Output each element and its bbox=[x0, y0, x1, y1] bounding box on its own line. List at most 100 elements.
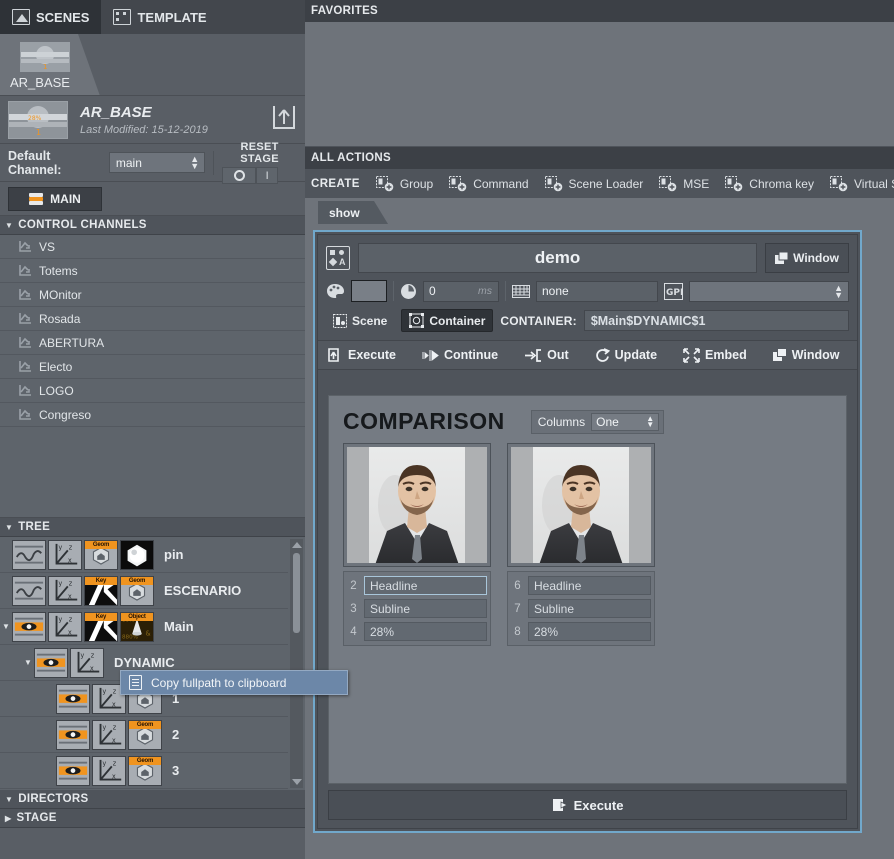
action-item-virtual-stu[interactable]: Virtual Stu bbox=[822, 176, 894, 192]
template-duration-field[interactable]: 0 ms bbox=[423, 281, 499, 302]
tab-template[interactable]: TEMPLATE bbox=[101, 0, 218, 34]
tree-node-axis-icon[interactable]: y z x bbox=[48, 540, 82, 570]
template-content-inner: A demo Window bbox=[317, 234, 858, 829]
portrait-photo bbox=[511, 447, 651, 563]
form-field-input[interactable]: 28% bbox=[364, 622, 487, 641]
favorites-body[interactable] bbox=[305, 22, 894, 147]
container-path-field[interactable]: $Main$DYNAMIC$1 bbox=[584, 310, 849, 331]
tree-node-geom-icon[interactable]: Geom bbox=[128, 720, 162, 750]
tree-row[interactable]: y z x Geom 3 bbox=[0, 753, 288, 789]
tree-row[interactable]: ▼ y z x Key 80% 880% & Ob bbox=[0, 609, 288, 645]
tree-node-axis-icon[interactable]: y z x bbox=[92, 756, 126, 786]
tree-node-key-icon[interactable]: Key bbox=[84, 612, 118, 642]
import-arrow-icon[interactable] bbox=[271, 104, 297, 130]
form-field-input[interactable]: Subline bbox=[528, 599, 651, 618]
control-channels-header[interactable]: ▼ CONTROL CHANNELS bbox=[0, 216, 305, 235]
exec-execute-button[interactable]: Execute bbox=[328, 348, 396, 362]
tree-node-transform-icon[interactable] bbox=[56, 684, 90, 714]
photo-box[interactable] bbox=[507, 443, 655, 567]
template-shortcut-field[interactable]: none bbox=[536, 281, 658, 302]
svg-text:GPI: GPI bbox=[666, 288, 683, 298]
main-button[interactable]: MAIN bbox=[8, 187, 102, 211]
reset-stage-on-button[interactable]: I bbox=[256, 167, 278, 184]
form-field-row: 8 28% bbox=[510, 620, 652, 643]
tree-twisty[interactable]: ▼ bbox=[22, 658, 34, 667]
control-channel-item[interactable]: ABERTURA bbox=[0, 331, 305, 355]
tree-node-axis-icon[interactable]: y z x bbox=[48, 612, 82, 642]
tree-node-key-icon[interactable]: Key bbox=[84, 576, 118, 606]
tree-node-geom-icon[interactable]: Geom bbox=[84, 540, 118, 570]
svg-text:y: y bbox=[58, 615, 62, 623]
control-channel-item[interactable]: Congreso bbox=[0, 403, 305, 427]
tree-node-geom-icon[interactable]: Geom bbox=[128, 756, 162, 786]
tree-node-geom-icon[interactable]: Geom bbox=[120, 576, 154, 606]
tree-node-axis-icon[interactable]: y z x bbox=[92, 720, 126, 750]
form-field-row: 6 Headline bbox=[510, 574, 652, 597]
template-window-button[interactable]: Window bbox=[765, 243, 849, 273]
template-title-field[interactable]: demo bbox=[358, 243, 757, 273]
control-channel-item[interactable]: LOGO bbox=[0, 379, 305, 403]
exec-out-button[interactable]: Out bbox=[524, 348, 569, 362]
all-actions-header-label: ALL ACTIONS bbox=[311, 152, 391, 164]
form-field-input[interactable]: Subline bbox=[364, 599, 487, 618]
default-channel-select[interactable]: main ▲▼ bbox=[109, 152, 205, 173]
tree-row[interactable]: y z x Key Geom ESCENARIO bbox=[0, 573, 288, 609]
tree-node-transform-icon[interactable] bbox=[12, 612, 46, 642]
tab-scenes[interactable]: SCENES bbox=[0, 0, 101, 34]
form-field-input[interactable]: Headline bbox=[528, 576, 651, 595]
exec-embed-button[interactable]: Embed bbox=[683, 348, 747, 363]
form-field-value: 28% bbox=[370, 625, 394, 639]
scene-tab-ar-base[interactable]: 1 AR_BASE bbox=[0, 34, 100, 96]
tree-twisty[interactable]: ▼ bbox=[0, 622, 12, 631]
stage-header[interactable]: ▶ STAGE bbox=[0, 809, 305, 828]
action-item-command[interactable]: Command bbox=[441, 176, 536, 192]
tree-node-transform-icon[interactable] bbox=[56, 720, 90, 750]
scroll-up-arrow-icon[interactable] bbox=[292, 542, 302, 548]
tree-scrollbar-thumb[interactable] bbox=[293, 553, 300, 633]
caret-down-icon: ▼ bbox=[5, 523, 13, 532]
tree-node-transform-icon[interactable] bbox=[34, 648, 68, 678]
tree-node-axis-icon[interactable]: y z x bbox=[70, 648, 104, 678]
action-item-scene-loader[interactable]: Scene Loader bbox=[537, 176, 652, 192]
exec-update-button[interactable]: Update bbox=[595, 348, 657, 363]
tree-header[interactable]: ▼ TREE bbox=[0, 518, 305, 537]
tree-row[interactable]: y z x Geom 2 bbox=[0, 717, 288, 753]
action-item-chroma-key[interactable]: Chroma key bbox=[717, 176, 822, 192]
form-field-input[interactable]: 28% bbox=[528, 622, 651, 641]
tab-scenes-label: SCENES bbox=[36, 10, 89, 25]
tree-node-object-icon[interactable]: 80% 880% & Object bbox=[120, 612, 154, 642]
directors-header[interactable]: ▼ DIRECTORS bbox=[0, 790, 305, 809]
tree-row-label: 3 bbox=[172, 763, 179, 778]
exec-continue-button[interactable]: Continue bbox=[422, 348, 498, 362]
tree-row[interactable]: y z x Geom pin bbox=[0, 537, 288, 573]
control-channel-item[interactable]: Totems bbox=[0, 259, 305, 283]
tab-show[interactable]: show bbox=[318, 201, 388, 224]
columns-select[interactable]: One ▲▼ bbox=[591, 413, 659, 431]
template-color-swatch[interactable] bbox=[351, 280, 387, 302]
tree-row-label: DYNAMIC bbox=[114, 655, 175, 670]
tree-scrollbar[interactable] bbox=[290, 539, 303, 788]
control-channel-item[interactable]: Rosada bbox=[0, 307, 305, 331]
scope-scene-button[interactable]: Scene bbox=[326, 311, 394, 331]
tree-node-transform-icon[interactable] bbox=[12, 576, 46, 606]
control-channel-item[interactable]: Electo bbox=[0, 355, 305, 379]
scope-container-button[interactable]: Container bbox=[401, 309, 493, 332]
tree-node-axis-icon[interactable]: y z x bbox=[48, 576, 82, 606]
tree-node-transform-icon[interactable] bbox=[56, 756, 90, 786]
action-item-mse[interactable]: MSE bbox=[651, 176, 717, 192]
exec-window-button[interactable]: Window bbox=[773, 348, 840, 362]
template-gpi-select[interactable]: ▲▼ bbox=[689, 281, 849, 302]
control-channel-item[interactable]: MOnitor bbox=[0, 283, 305, 307]
tree-node-sphere-icon[interactable] bbox=[120, 540, 154, 570]
bottom-execute-button[interactable]: Execute bbox=[328, 790, 847, 820]
tree-node-transform-icon[interactable] bbox=[12, 540, 46, 570]
form-field-input[interactable]: Headline bbox=[364, 576, 487, 595]
photo-box[interactable] bbox=[343, 443, 491, 567]
control-channel-item[interactable]: VS bbox=[0, 235, 305, 259]
action-item-group[interactable]: Group bbox=[368, 176, 441, 192]
context-menu-item-copy-fullpath[interactable]: Copy fullpath to clipboard bbox=[151, 676, 286, 690]
scroll-down-arrow-icon[interactable] bbox=[292, 779, 302, 785]
reset-stage-off-button[interactable] bbox=[222, 167, 256, 184]
form-field-value: Headline bbox=[534, 579, 581, 593]
svg-text:z: z bbox=[69, 615, 73, 623]
